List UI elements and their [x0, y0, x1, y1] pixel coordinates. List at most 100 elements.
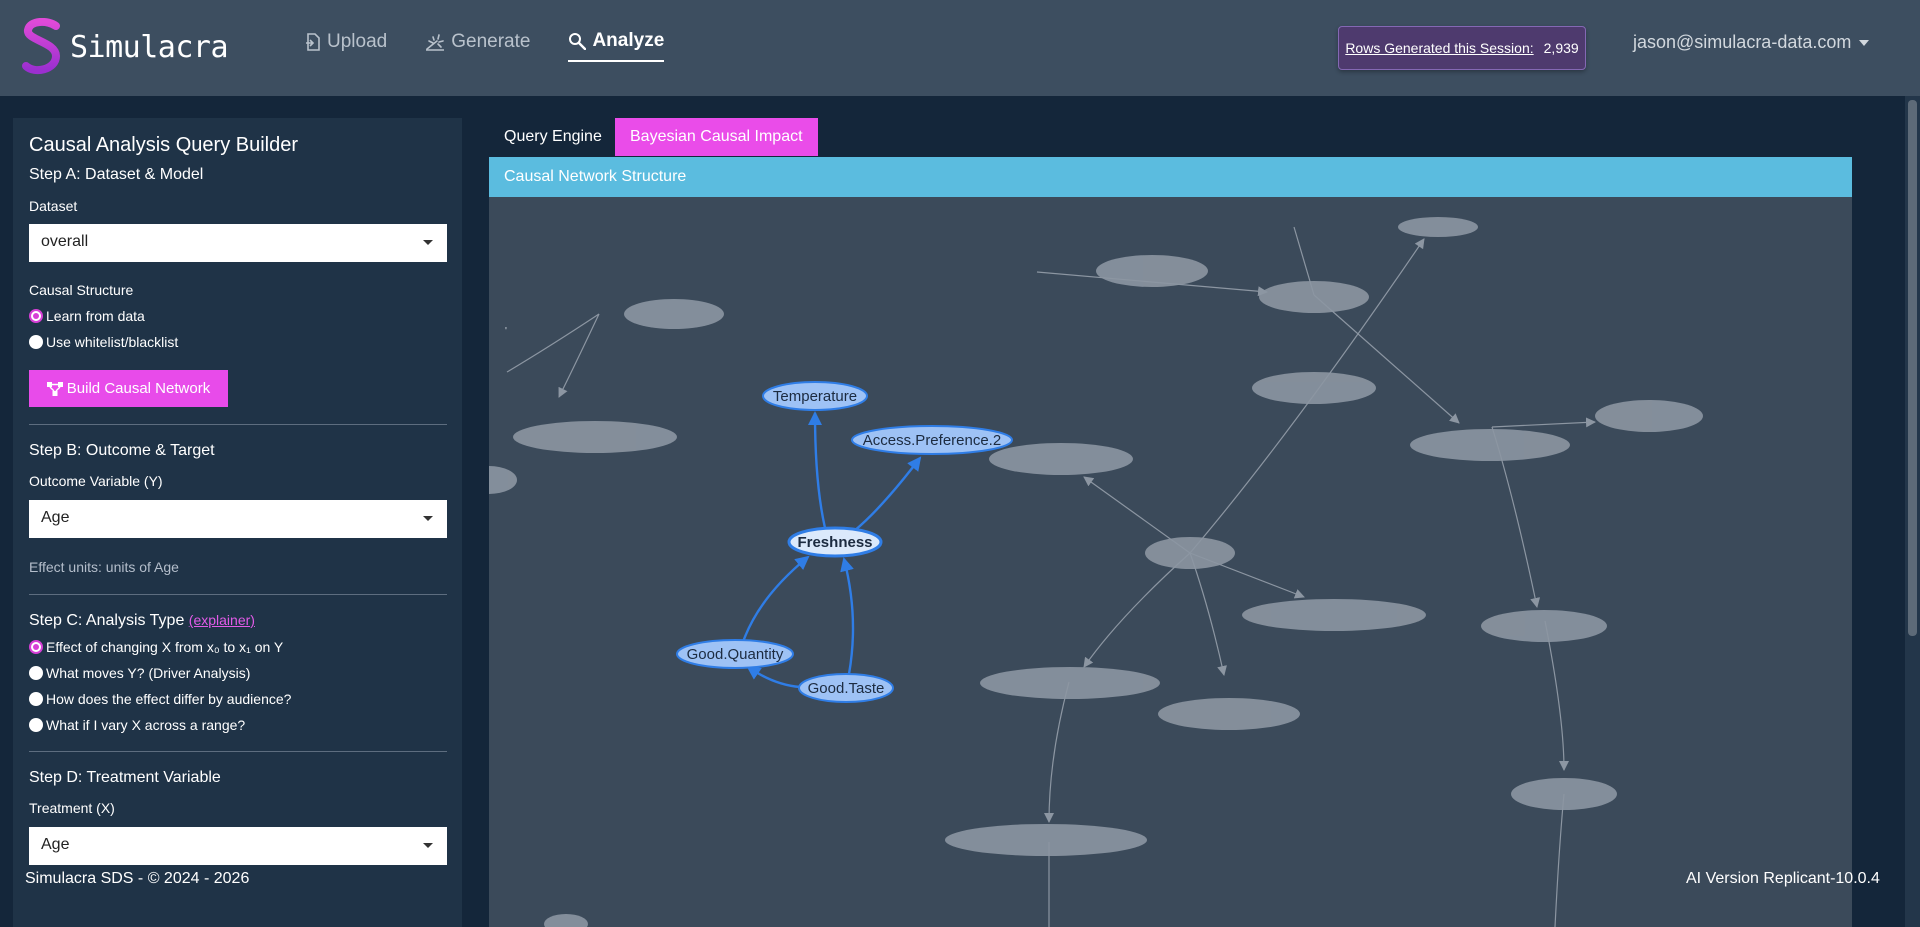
radio-unchecked-icon: [29, 335, 43, 349]
causal-network-graph[interactable]: ' Temperature Access.Preference.2 Freshn…: [489, 197, 1852, 927]
effect-units-note: Effect units: units of Age: [29, 559, 179, 575]
network-canvas[interactable]: ' Temperature Access.Preference.2 Freshn…: [489, 197, 1852, 927]
nav-generate-label: Generate: [451, 31, 531, 52]
nav-upload[interactable]: Upload: [305, 30, 387, 62]
node-good-quantity-label: Good.Quantity: [687, 646, 784, 663]
node-temperature[interactable]: Temperature: [762, 381, 868, 411]
node-access-preference[interactable]: Access.Preference.2: [851, 425, 1013, 455]
radio-unchecked-icon: [29, 692, 43, 706]
scrollbar-thumb[interactable]: [1908, 100, 1917, 636]
edge: [1044, 681, 1070, 823]
user-menu[interactable]: jason@simulacra-data.com: [1633, 32, 1870, 53]
graph-node[interactable]: [489, 466, 517, 494]
search-analyze-icon: [569, 33, 587, 50]
treatment-value: Age: [41, 836, 70, 853]
radio-driver-analysis[interactable]: What moves Y? (Driver Analysis): [29, 665, 250, 681]
query-builder-sidebar: Causal Analysis Query Builder Step A: Da…: [13, 118, 462, 927]
build-button-label: Build Causal Network: [66, 380, 211, 397]
graph-node[interactable]: [1252, 372, 1376, 404]
footer-version: AI Version Replicant-10.0.4: [1686, 870, 1880, 887]
edge-goodtaste-goodquantity: [746, 665, 801, 689]
graph-node[interactable]: [1145, 537, 1235, 569]
nav-analyze[interactable]: Analyze: [568, 30, 665, 62]
build-causal-network-button[interactable]: Build Causal Network: [29, 370, 228, 407]
graph-node[interactable]: [1096, 255, 1208, 287]
radio-whitelist[interactable]: Use whitelist/blacklist: [29, 334, 178, 350]
tab-query-engine[interactable]: Query Engine: [489, 118, 617, 156]
nav-analyze-label: Analyze: [592, 30, 665, 51]
radio-vary-range[interactable]: What if I vary X across a range?: [29, 717, 245, 733]
outcome-value: Age: [41, 509, 70, 526]
page-scrollbar[interactable]: [1905, 96, 1920, 927]
simulacra-logo-icon: [22, 18, 61, 75]
edge: [1189, 552, 1227, 676]
graph-node[interactable]: [945, 824, 1147, 856]
nav-upload-label: Upload: [327, 31, 388, 52]
nav-generate[interactable]: Generate: [425, 30, 530, 62]
dropdown-arrow-icon: [423, 843, 433, 848]
sparkle-icon: [426, 34, 445, 51]
edge: [1083, 552, 1191, 668]
brand-name: Simulacra: [70, 29, 229, 65]
node-access-preference-label: Access.Preference.2: [863, 432, 1001, 449]
radio-effect-change[interactable]: Effect of changing X from x₀ to x₁ on Y: [29, 639, 283, 655]
edge-freshness-temperature: [808, 411, 831, 544]
sidebar-title: Causal Analysis Query Builder: [29, 134, 299, 156]
radio-driver-label: What moves Y? (Driver Analysis): [46, 665, 251, 681]
radio-range-label: What if I vary X across a range?: [46, 717, 246, 733]
treatment-select[interactable]: Age: [29, 827, 447, 865]
graph-node[interactable]: [544, 914, 588, 927]
explainer-link[interactable]: (explainer): [189, 612, 255, 628]
brand[interactable]: Simulacra: [22, 18, 229, 76]
footer-copyright: Simulacra SDS - © 2024 - 2026: [25, 870, 250, 887]
divider: [29, 751, 447, 752]
node-good-taste-label: Good.Taste: [808, 680, 885, 697]
user-email: jason@simulacra-data.com: [1633, 32, 1852, 52]
graph-node[interactable]: [1158, 698, 1300, 730]
graph-node[interactable]: [980, 667, 1160, 699]
step-b-heading: Step B: Outcome & Target: [29, 442, 215, 459]
step-c-heading: Step C: Analysis Type (explainer): [29, 612, 255, 630]
rows-generated-badge[interactable]: Rows Generated this Session: 2,939: [1338, 26, 1586, 70]
graph-node[interactable]: [1595, 400, 1703, 432]
step-c-heading-text: Step C: Analysis Type: [29, 612, 185, 629]
graph-node[interactable]: [513, 421, 677, 453]
dataset-value: overall: [41, 233, 89, 250]
radio-audience[interactable]: How does the effect differ by audience?: [29, 691, 291, 707]
dropdown-arrow-icon: [423, 516, 433, 521]
radio-audience-label: How does the effect differ by audience?: [46, 691, 292, 707]
node-freshness-label: Freshness: [797, 534, 872, 551]
radio-checked-icon: [29, 640, 43, 654]
graph-node[interactable]: [989, 443, 1133, 475]
graph-node[interactable]: [1242, 599, 1426, 631]
rows-generated-label[interactable]: Rows Generated this Session:: [1345, 40, 1533, 56]
radio-checked-icon: [29, 309, 43, 323]
radio-whitelist-label: Use whitelist/blacklist: [46, 334, 179, 350]
node-good-quantity[interactable]: Good.Quantity: [676, 639, 794, 669]
top-navbar: Simulacra Upload Generate Analyze Rows G…: [0, 0, 1920, 96]
outcome-select[interactable]: Age: [29, 500, 447, 538]
graph-node[interactable]: [624, 299, 724, 329]
divider: [29, 424, 447, 425]
edge-freshness-access-preference: [853, 456, 922, 532]
graph-node[interactable]: [1259, 281, 1369, 313]
rows-generated-count: 2,939: [1543, 40, 1579, 56]
node-good-taste[interactable]: Good.Taste: [798, 673, 894, 703]
step-d-heading: Step D: Treatment Variable: [29, 769, 221, 786]
chevron-down-icon: [1859, 39, 1870, 46]
graph-node[interactable]: [1398, 217, 1478, 237]
radio-learn-from-data[interactable]: Learn from data: [29, 308, 145, 324]
edge: [1313, 294, 1460, 424]
clipped-label-fragment: ': [505, 326, 507, 337]
graph-node[interactable]: [1481, 610, 1607, 642]
graph-node[interactable]: [1410, 429, 1570, 461]
divider: [29, 594, 447, 595]
edge: [1491, 417, 1596, 428]
edge-goodtaste-freshness: [840, 557, 855, 675]
node-freshness[interactable]: Freshness: [787, 526, 883, 558]
graph-node[interactable]: [1511, 778, 1617, 810]
radio-learn-label: Learn from data: [46, 308, 145, 324]
edge-goodquantity-freshness: [741, 555, 810, 643]
dataset-select[interactable]: overall: [29, 224, 447, 262]
tab-bayesian-causal-impact[interactable]: Bayesian Causal Impact: [615, 118, 818, 156]
